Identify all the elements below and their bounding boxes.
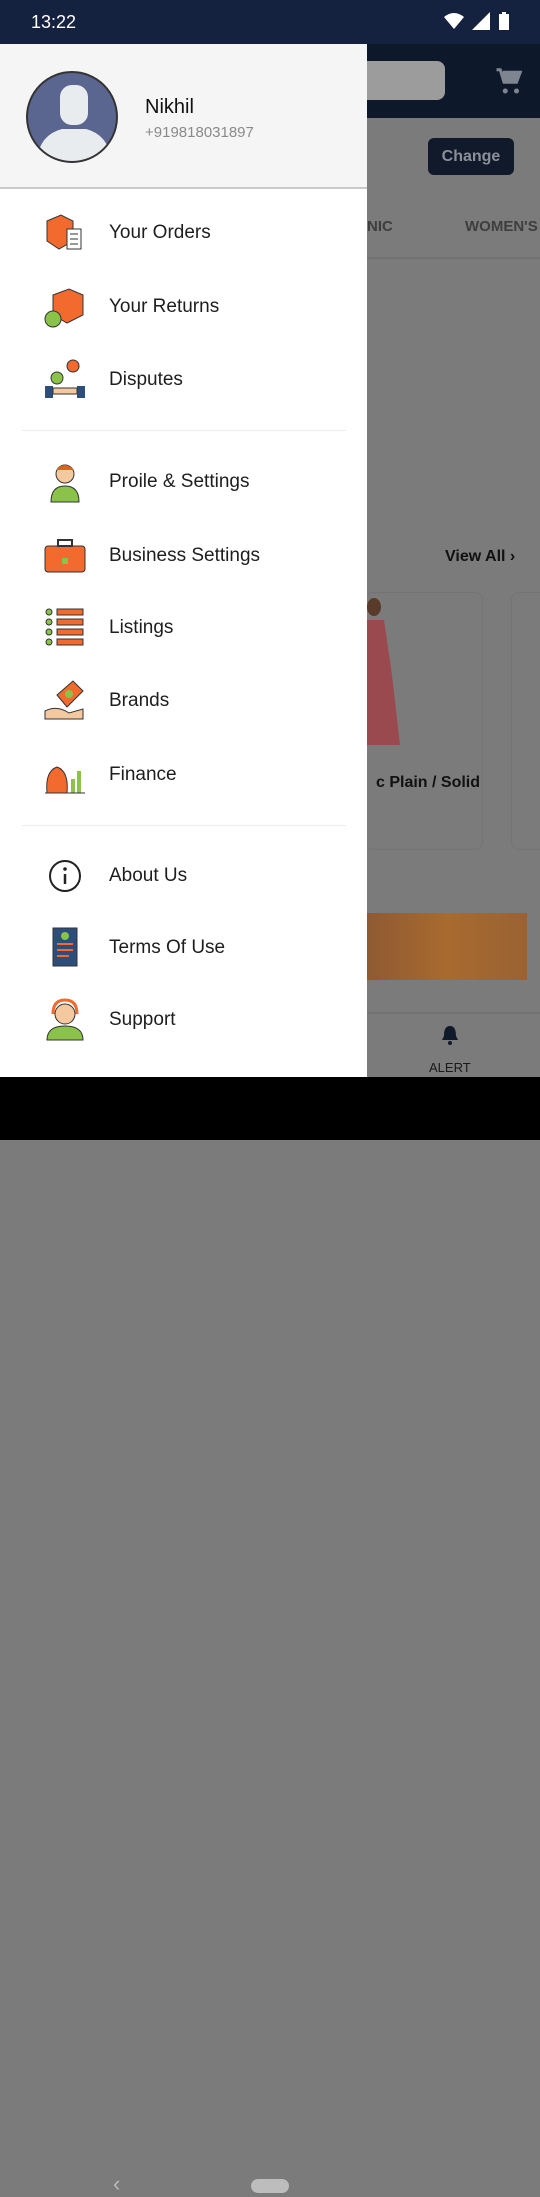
wifi-icon bbox=[444, 13, 464, 29]
tab-category[interactable]: NIC bbox=[367, 218, 393, 235]
navigation-drawer: Nikhil +919818031897 Your Orders Your Ret… bbox=[0, 44, 367, 1077]
menu-item-business-settings[interactable]: Business Settings bbox=[0, 526, 367, 586]
product-title: c Plain / Solid bbox=[376, 774, 481, 791]
dimmed-home-screen: Change NIC WOMEN'S View All › c Plain / … bbox=[364, 44, 540, 1077]
back-icon[interactable]: ‹ bbox=[113, 2171, 120, 2197]
tab-womens[interactable]: WOMEN'S bbox=[465, 218, 538, 235]
user-phone: +919818031897 bbox=[145, 124, 254, 141]
bell-icon[interactable] bbox=[441, 1024, 459, 1046]
menu-item-proile-settings[interactable]: Proile & Settings bbox=[0, 452, 367, 512]
menu-item-about-us[interactable]: About Us bbox=[0, 846, 367, 906]
menu-item-terms-of-use[interactable]: Terms Of Use bbox=[0, 918, 367, 978]
menu-item-disputes[interactable]: Disputes bbox=[0, 350, 367, 410]
battery-icon bbox=[499, 12, 509, 30]
product-card[interactable] bbox=[511, 592, 540, 850]
menu-item-label: Disputes bbox=[109, 369, 183, 390]
menu-item-finance[interactable]: Finance bbox=[0, 745, 367, 805]
divider bbox=[22, 430, 346, 431]
menu-item-label: About Us bbox=[109, 865, 188, 886]
orders-box-icon bbox=[43, 211, 87, 255]
status-time: 13:22 bbox=[31, 12, 77, 32]
brands-tag-icon bbox=[43, 679, 87, 723]
home-button[interactable] bbox=[251, 2179, 289, 2193]
alert-tab-label[interactable]: ALERT bbox=[429, 1060, 471, 1075]
menu-item-label: Business Settings bbox=[109, 545, 261, 566]
finance-icon bbox=[43, 753, 87, 797]
menu-item-label: Terms Of Use bbox=[109, 937, 226, 958]
search-input[interactable] bbox=[367, 61, 445, 100]
view-all-link[interactable]: View All › bbox=[445, 548, 515, 566]
menu-item-your-returns[interactable]: Your Returns bbox=[0, 277, 367, 337]
cart-icon[interactable] bbox=[494, 66, 524, 96]
menu-item-label: Support bbox=[109, 1009, 176, 1030]
support-agent-icon bbox=[43, 998, 87, 1042]
promo-banner[interactable] bbox=[367, 913, 527, 980]
product-image bbox=[364, 598, 400, 745]
divider bbox=[22, 825, 346, 826]
user-name: Nikhil bbox=[145, 96, 194, 118]
divider bbox=[367, 1012, 540, 1014]
menu-item-support[interactable]: Support bbox=[0, 990, 367, 1050]
profile-icon bbox=[43, 460, 87, 504]
status-bar: 13:22 bbox=[0, 0, 540, 44]
menu-item-your-orders[interactable]: Your Orders bbox=[0, 203, 367, 263]
profile-header[interactable]: Nikhil +919818031897 bbox=[0, 44, 367, 189]
menu-item-label: Listings bbox=[109, 617, 174, 638]
app-header bbox=[367, 44, 540, 118]
product-card[interactable] bbox=[364, 592, 483, 850]
menu-item-label: Your Returns bbox=[109, 296, 220, 317]
menu-item-label: Finance bbox=[109, 764, 177, 785]
menu-item-label: Brands bbox=[109, 690, 170, 711]
menu-item-listings[interactable]: Listings bbox=[0, 598, 367, 658]
info-icon bbox=[43, 854, 87, 898]
system-nav-bar: ‹ bbox=[0, 1077, 540, 2196]
change-button[interactable]: Change bbox=[428, 138, 514, 175]
signal-icon bbox=[472, 12, 490, 30]
terms-document-icon bbox=[43, 926, 87, 970]
disputes-icon bbox=[43, 358, 87, 402]
menu-item-label: Proile & Settings bbox=[109, 471, 250, 492]
returns-box-icon bbox=[43, 285, 87, 329]
avatar[interactable] bbox=[26, 71, 118, 163]
menu-item-brands[interactable]: Brands bbox=[0, 671, 367, 731]
listings-icon bbox=[43, 606, 87, 650]
briefcase-icon bbox=[43, 534, 87, 578]
menu-item-label: Your Orders bbox=[109, 222, 211, 243]
divider bbox=[367, 257, 540, 259]
